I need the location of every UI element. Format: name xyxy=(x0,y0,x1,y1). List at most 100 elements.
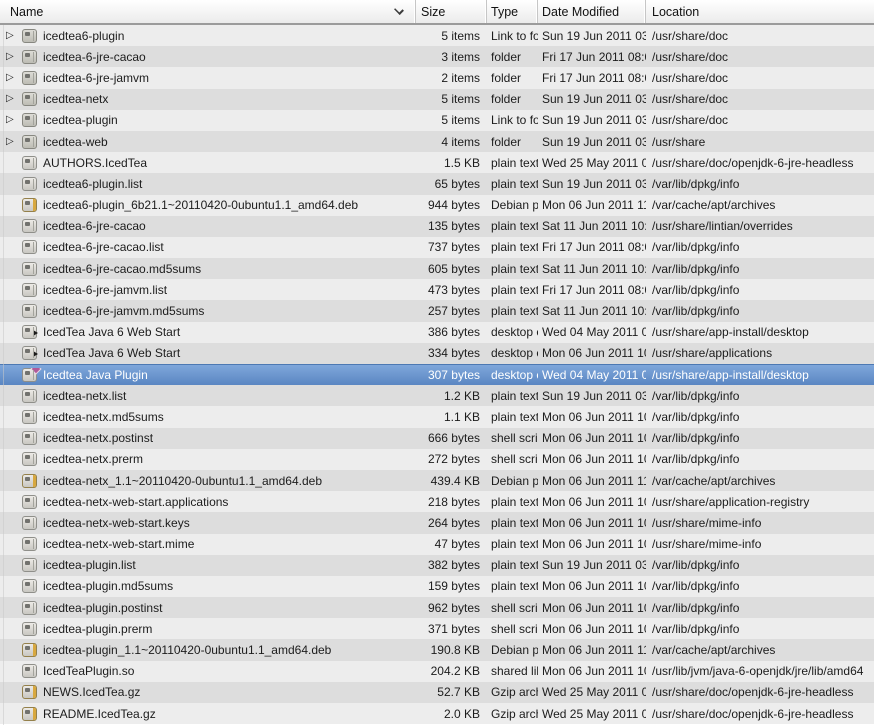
expander-icon[interactable] xyxy=(6,137,22,147)
date-modified-cell: Sat 11 Jun 2011 10:5 xyxy=(538,304,646,318)
location-cell: /usr/share/doc xyxy=(646,92,874,106)
file-icon xyxy=(22,495,37,509)
date-modified-cell: Mon 06 Jun 2011 10: xyxy=(538,410,646,424)
type-cell: plain text xyxy=(487,579,538,593)
column-header-name[interactable]: Name xyxy=(0,0,416,23)
table-row[interactable]: icedtea-6-jre-cacao135 bytesplain textSa… xyxy=(0,216,874,237)
table-row[interactable]: icedtea6-plugin.list65 bytesplain textSu… xyxy=(0,173,874,194)
table-row[interactable]: icedtea-6-jre-cacao3 itemsfolderFri 17 J… xyxy=(0,46,874,67)
file-name: icedtea-6-jre-jamvm.list xyxy=(43,283,167,297)
size-cell: 65 bytes xyxy=(416,177,487,191)
table-row[interactable]: icedtea6-plugin_6b21.1~20110420-0ubuntu1… xyxy=(0,195,874,216)
folder-icon xyxy=(22,71,37,85)
name-cell: icedtea-netx.postinst xyxy=(0,431,416,445)
location-cell: /var/lib/dpkg/info xyxy=(646,431,874,445)
table-row[interactable]: icedtea-6-jre-cacao.md5sums605 bytesplai… xyxy=(0,258,874,279)
name-cell: icedtea-plugin_1.1~20110420-0ubuntu1.1_a… xyxy=(0,643,416,657)
table-row[interactable]: README.IcedTea.gz2.0 KBGzip archivWed 25… xyxy=(0,703,874,724)
expander-icon[interactable] xyxy=(6,94,22,104)
table-row[interactable]: icedtea-plugin_1.1~20110420-0ubuntu1.1_a… xyxy=(0,639,874,660)
table-row[interactable]: icedtea-netx.prerm272 bytesshell scripMo… xyxy=(0,449,874,470)
table-row[interactable]: icedtea-netx.list1.2 KBplain textSun 19 … xyxy=(0,385,874,406)
name-cell: icedtea-netx-web-start.keys xyxy=(0,516,416,530)
file-name: icedtea-plugin xyxy=(43,113,118,127)
table-row[interactable]: AUTHORS.IcedTea1.5 KBplain textWed 25 Ma… xyxy=(0,152,874,173)
table-row[interactable]: icedtea-6-jre-jamvm2 itemsfolderFri 17 J… xyxy=(0,67,874,88)
launch-arrow-icon xyxy=(33,330,38,336)
table-row[interactable]: icedtea-netx_1.1~20110420-0ubuntu1.1_amd… xyxy=(0,470,874,491)
table-row[interactable]: icedtea-plugin5 itemsLink to folSun 19 J… xyxy=(0,110,874,131)
location-cell: /var/lib/dpkg/info xyxy=(646,262,874,276)
type-cell: plain text xyxy=(487,156,538,170)
column-label: Date Modified xyxy=(542,5,619,19)
name-cell: icedtea-netx-web-start.applications xyxy=(0,495,416,509)
table-row[interactable]: icedtea-6-jre-jamvm.md5sums257 bytesplai… xyxy=(0,300,874,321)
table-row[interactable]: icedtea-web4 itemsfolderSun 19 Jun 2011 … xyxy=(0,131,874,152)
table-row[interactable]: icedtea-netx-web-start.mime47 bytesplain… xyxy=(0,534,874,555)
type-cell: folder xyxy=(487,71,538,85)
table-row[interactable]: icedtea-6-jre-cacao.list737 bytesplain t… xyxy=(0,237,874,258)
file-name: icedtea-netx-web-start.keys xyxy=(43,516,190,530)
column-label: Type xyxy=(491,5,518,19)
file-name: icedtea-netx.list xyxy=(43,389,126,403)
expander-icon[interactable] xyxy=(6,31,22,41)
file-name: icedtea6-plugin xyxy=(43,29,124,43)
column-header-type[interactable]: Type xyxy=(487,0,538,23)
name-cell: icedtea-netx-web-start.mime xyxy=(0,537,416,551)
expander-icon[interactable] xyxy=(6,115,22,125)
table-row[interactable]: NEWS.IcedTea.gz52.7 KBGzip archivWed 25 … xyxy=(0,682,874,703)
table-row[interactable]: icedtea-plugin.md5sums159 bytesplain tex… xyxy=(0,576,874,597)
folder-icon xyxy=(22,113,37,127)
location-cell: /var/cache/apt/archives xyxy=(646,474,874,488)
file-icon xyxy=(22,304,37,318)
table-row[interactable]: icedtea-netx.postinst666 bytesshell scri… xyxy=(0,428,874,449)
name-cell: IcedTeaPlugin.so xyxy=(0,664,416,678)
table-row[interactable]: icedtea-6-jre-jamvm.list473 bytesplain t… xyxy=(0,279,874,300)
table-row[interactable]: icedtea-netx-web-start.applications218 b… xyxy=(0,491,874,512)
file-icon xyxy=(22,537,37,551)
file-icon xyxy=(22,516,37,530)
table-row[interactable]: icedtea-plugin.prerm371 bytesshell scrip… xyxy=(0,618,874,639)
date-modified-cell: Sun 19 Jun 2011 03:4 xyxy=(538,558,646,572)
file-name: icedtea6-plugin_6b21.1~20110420-0ubuntu1… xyxy=(43,198,358,212)
table-row[interactable]: icedtea-plugin.postinst962 bytesshell sc… xyxy=(0,597,874,618)
date-modified-cell: Mon 06 Jun 2011 10: xyxy=(538,452,646,466)
expander-icon[interactable] xyxy=(6,73,22,83)
expander-icon[interactable] xyxy=(6,52,22,62)
table-row[interactable]: IcedTea Java 6 Web Start386 bytesdesktop… xyxy=(0,322,874,343)
date-modified-cell: Sun 19 Jun 2011 03:4 xyxy=(538,135,646,149)
table-row[interactable]: icedtea6-plugin5 itemsLink to folSun 19 … xyxy=(0,25,874,46)
column-label: Size xyxy=(421,5,445,19)
table-row[interactable]: Icedtea Java Plugin307 bytesdesktop coWe… xyxy=(0,364,874,385)
file-name: IcedTea Java 6 Web Start xyxy=(43,346,180,360)
table-row[interactable]: icedtea-plugin.list382 bytesplain textSu… xyxy=(0,555,874,576)
chevron-down-icon[interactable] xyxy=(394,5,404,15)
file-name: IcedTea Java 6 Web Start xyxy=(43,325,180,339)
package-icon xyxy=(22,643,37,657)
date-modified-cell: Fri 17 Jun 2011 08:0 xyxy=(538,240,646,254)
table-row[interactable]: IcedTea Java 6 Web Start334 bytesdesktop… xyxy=(0,343,874,364)
file-name: icedtea-6-jre-cacao.md5sums xyxy=(43,262,201,276)
name-cell: icedtea-plugin.prerm xyxy=(0,622,416,636)
size-cell: 2.0 KB xyxy=(416,707,487,721)
column-header-date-modified[interactable]: Date Modified xyxy=(538,0,646,23)
size-cell: 257 bytes xyxy=(416,304,487,318)
column-header-location[interactable]: Location xyxy=(646,0,874,23)
location-cell: /var/lib/dpkg/info xyxy=(646,410,874,424)
location-cell: /var/lib/dpkg/info xyxy=(646,389,874,403)
diamond-emblem-icon xyxy=(32,368,40,373)
size-cell: 962 bytes xyxy=(416,601,487,615)
column-header-size[interactable]: Size xyxy=(416,0,487,23)
type-cell: desktop co xyxy=(487,346,538,360)
table-row[interactable]: IcedTeaPlugin.so204.2 KBshared librMon 0… xyxy=(0,661,874,682)
table-row[interactable]: icedtea-netx-web-start.keys264 bytesplai… xyxy=(0,512,874,533)
size-cell: 2 items xyxy=(416,71,487,85)
location-cell: /var/lib/dpkg/info xyxy=(646,304,874,318)
name-cell: AUTHORS.IcedTea xyxy=(0,156,416,170)
table-row[interactable]: icedtea-netx.md5sums1.1 KBplain textMon … xyxy=(0,406,874,427)
size-cell: 52.7 KB xyxy=(416,685,487,699)
name-cell: icedtea-plugin.list xyxy=(0,558,416,572)
file-name: icedtea-netx xyxy=(43,92,108,106)
file-icon xyxy=(22,156,37,170)
table-row[interactable]: icedtea-netx5 itemsfolderSun 19 Jun 2011… xyxy=(0,89,874,110)
